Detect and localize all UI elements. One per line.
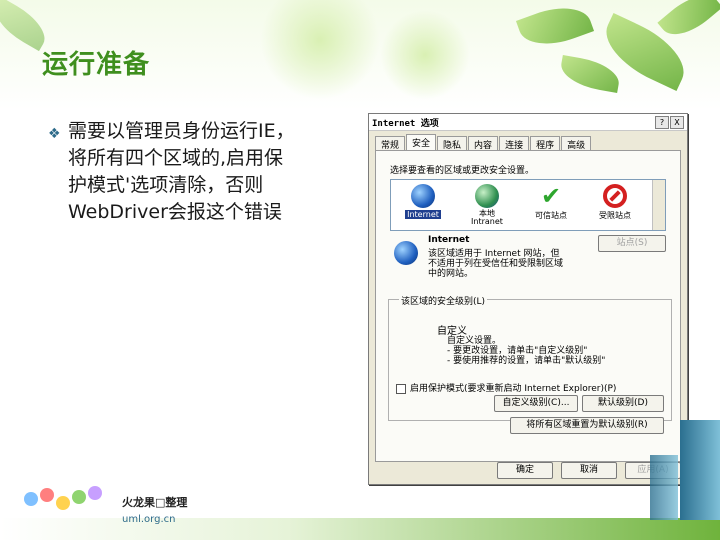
zone-local-intranet[interactable]: 本地 Intranet <box>459 184 515 226</box>
bullet-text: 需要以管理员身份运行IE， 将所有四个区域的,启用保 护模式'选项清除，否则 W… <box>68 120 295 223</box>
slide-title: 运行准备 <box>42 50 151 80</box>
tab-strip: 常规 安全 隐私 内容 连接 程序 高级 <box>375 134 592 151</box>
person-icon <box>40 488 54 502</box>
zone-list: Internet 本地 Intranet ✔ 可信站点 受限站点 <box>390 179 666 231</box>
tab-general[interactable]: 常规 <box>375 136 406 151</box>
bullet-diamond-icon: ❖ <box>48 126 61 142</box>
zone-label: 本地 Intranet <box>471 209 503 226</box>
org-url-link[interactable]: uml.org.cn <box>122 514 175 525</box>
person-icon <box>72 490 86 504</box>
dialog-titlebar[interactable]: Internet 选项 ? X <box>369 114 687 131</box>
bokeh-decoration <box>380 10 470 100</box>
local-intranet-icon <box>475 184 499 208</box>
checkmark-icon: ✔ <box>540 182 562 210</box>
tab-advanced[interactable]: 高级 <box>561 136 592 151</box>
custom-level-button[interactable]: 自定义级别(C)... <box>494 395 578 412</box>
internet-options-dialog: Internet 选项 ? X 常规 安全 隐私 内容 连接 程序 高级 选择要… <box>368 113 688 485</box>
protected-mode-label: 启用保护模式(要求重新启动 Internet Explorer)(P) <box>410 384 617 394</box>
person-icon <box>88 486 102 500</box>
zone-label: 受限站点 <box>599 211 631 220</box>
dialog-title: Internet 选项 <box>372 119 439 129</box>
tab-connections[interactable]: 连接 <box>499 136 530 151</box>
org-name: 火龙果□整理 <box>122 496 188 509</box>
tab-programs[interactable]: 程序 <box>530 136 561 151</box>
default-level-button[interactable]: 默认级别(D) <box>582 395 664 412</box>
tab-security[interactable]: 安全 <box>406 134 437 150</box>
zone-restricted-sites[interactable]: 受限站点 <box>587 184 643 221</box>
protected-mode-checkbox[interactable] <box>396 383 406 394</box>
protected-mode-row[interactable]: 启用保护模式(要求重新启动 Internet Explorer)(P) <box>396 381 616 394</box>
zone-internet[interactable]: Internet <box>395 184 451 219</box>
reset-all-zones-button[interactable]: 将所有区域重置为默认级别(R) <box>510 417 664 434</box>
security-panel: 选择要查看的区域或更改安全设置。 Internet 本地 Intranet ✔ … <box>375 150 681 462</box>
zone-trusted-sites[interactable]: ✔ 可信站点 <box>523 184 579 221</box>
zone-scrollbar[interactable] <box>652 180 665 230</box>
help-button[interactable]: ? <box>655 116 669 129</box>
zone-prompt: 选择要查看的区域或更改安全设置。 <box>390 166 535 176</box>
custom-level-title: 自定义 <box>437 326 467 337</box>
custom-level-description: 自定义设置。 - 要更改设置，请单击"自定义级别" - 要使用推荐的设置，请单击… <box>447 336 606 366</box>
zone-label: 可信站点 <box>535 211 567 220</box>
zone-info-name: Internet <box>428 235 470 245</box>
security-level-title: 该区域的安全级别(L) <box>399 294 488 307</box>
globe-icon <box>411 184 435 208</box>
tab-privacy[interactable]: 隐私 <box>437 136 468 151</box>
globe-icon <box>394 241 418 265</box>
building-decoration <box>650 455 678 520</box>
person-icon <box>56 496 70 510</box>
forbidden-icon <box>603 184 627 208</box>
ok-button[interactable]: 确定 <box>497 462 553 479</box>
close-button[interactable]: X <box>670 116 684 129</box>
sites-button[interactable]: 站点(S) <box>598 235 666 252</box>
person-icon <box>24 492 38 506</box>
building-decoration <box>680 420 720 520</box>
logo-figures <box>0 484 200 540</box>
tab-content[interactable]: 内容 <box>468 136 499 151</box>
zone-label: Internet <box>405 210 441 219</box>
zone-info-description: 该区域适用于 Internet 网站，但 不适用于列在受信任和受限制区域 中的网… <box>428 249 564 279</box>
cancel-button[interactable]: 取消 <box>561 462 617 479</box>
